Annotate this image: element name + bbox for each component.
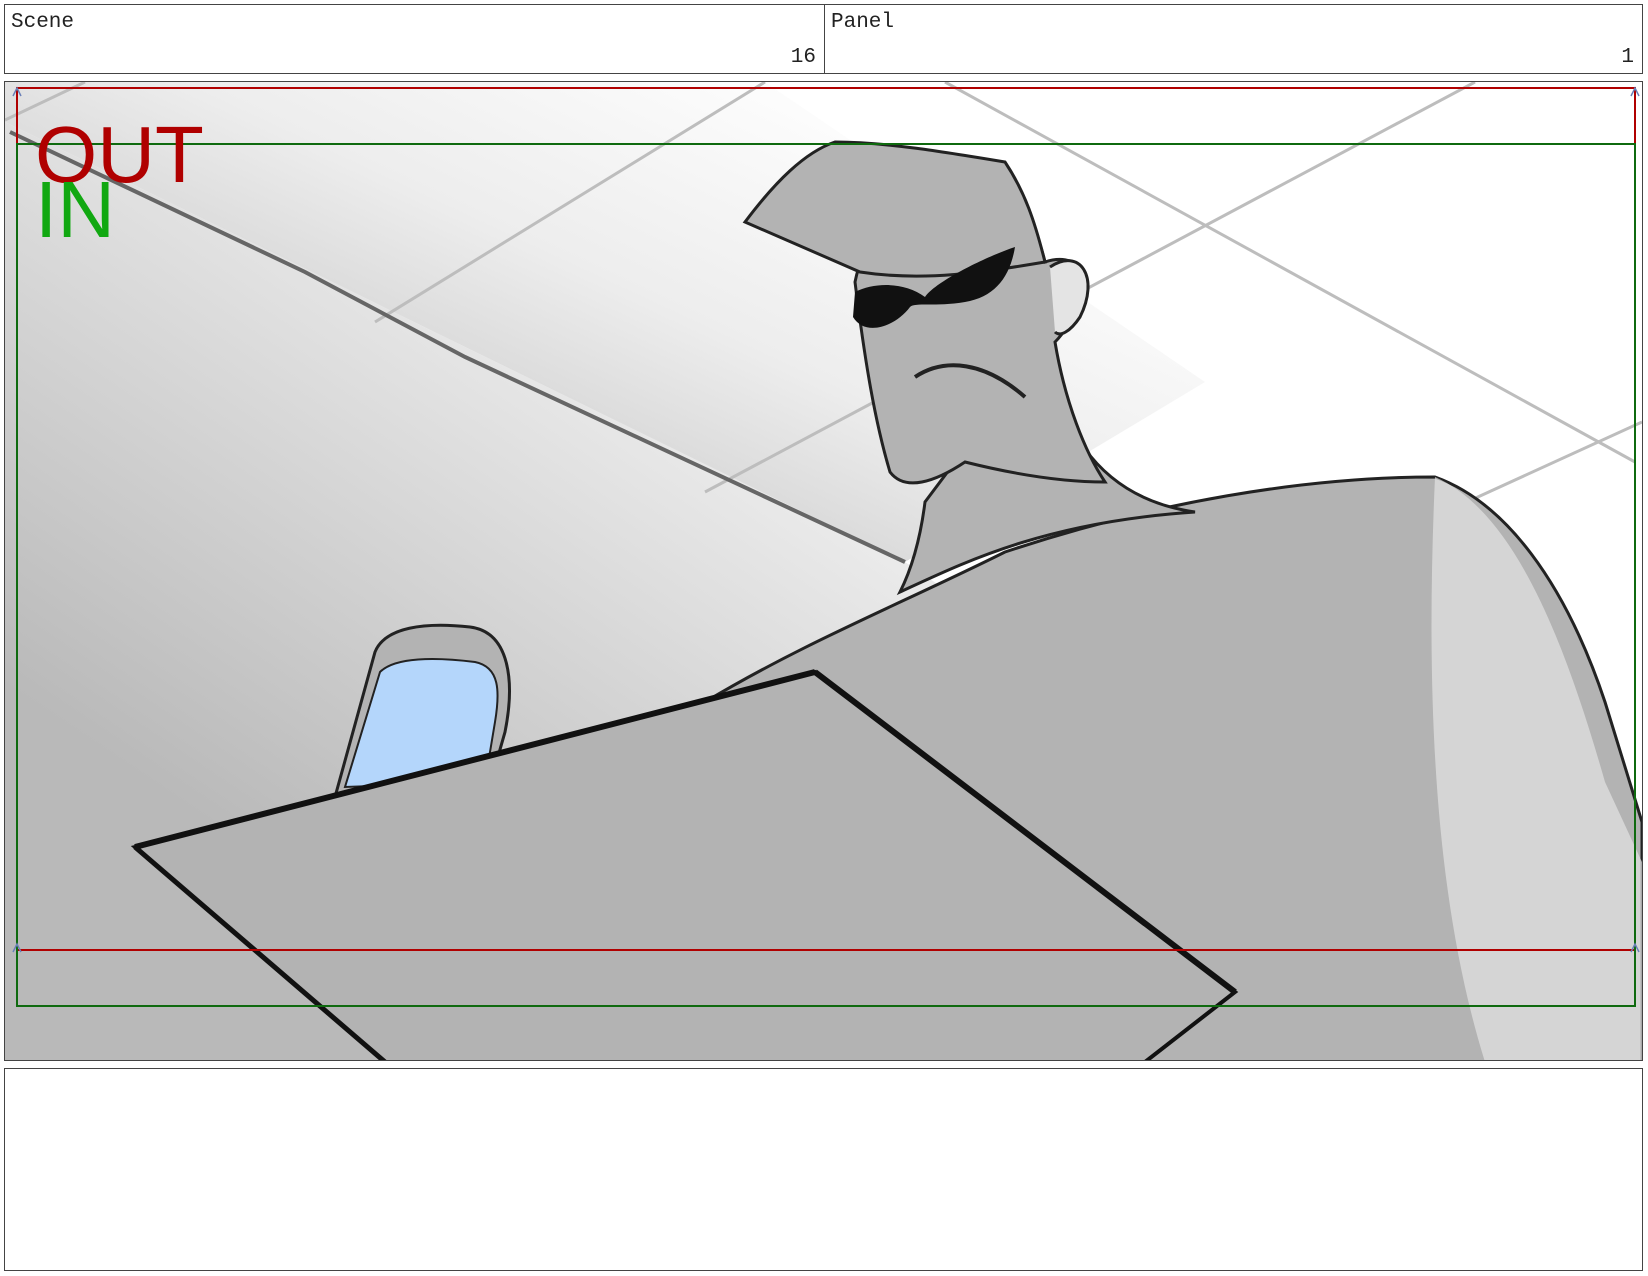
storyboard-drawing: OUT IN [5, 82, 1642, 1060]
in-label: IN [35, 165, 115, 254]
scene-label: Scene [11, 11, 75, 34]
panel-header: Scene 16 Panel 1 [4, 4, 1643, 74]
scene-cell: Scene 16 [5, 5, 825, 73]
panel-notes[interactable] [4, 1068, 1643, 1271]
panel-cell: Panel 1 [825, 5, 1642, 73]
storyboard-frame: OUT IN [4, 81, 1643, 1061]
panel-number: 1 [1621, 46, 1634, 69]
panel-label: Panel [831, 11, 895, 34]
scene-number: 16 [790, 46, 816, 69]
